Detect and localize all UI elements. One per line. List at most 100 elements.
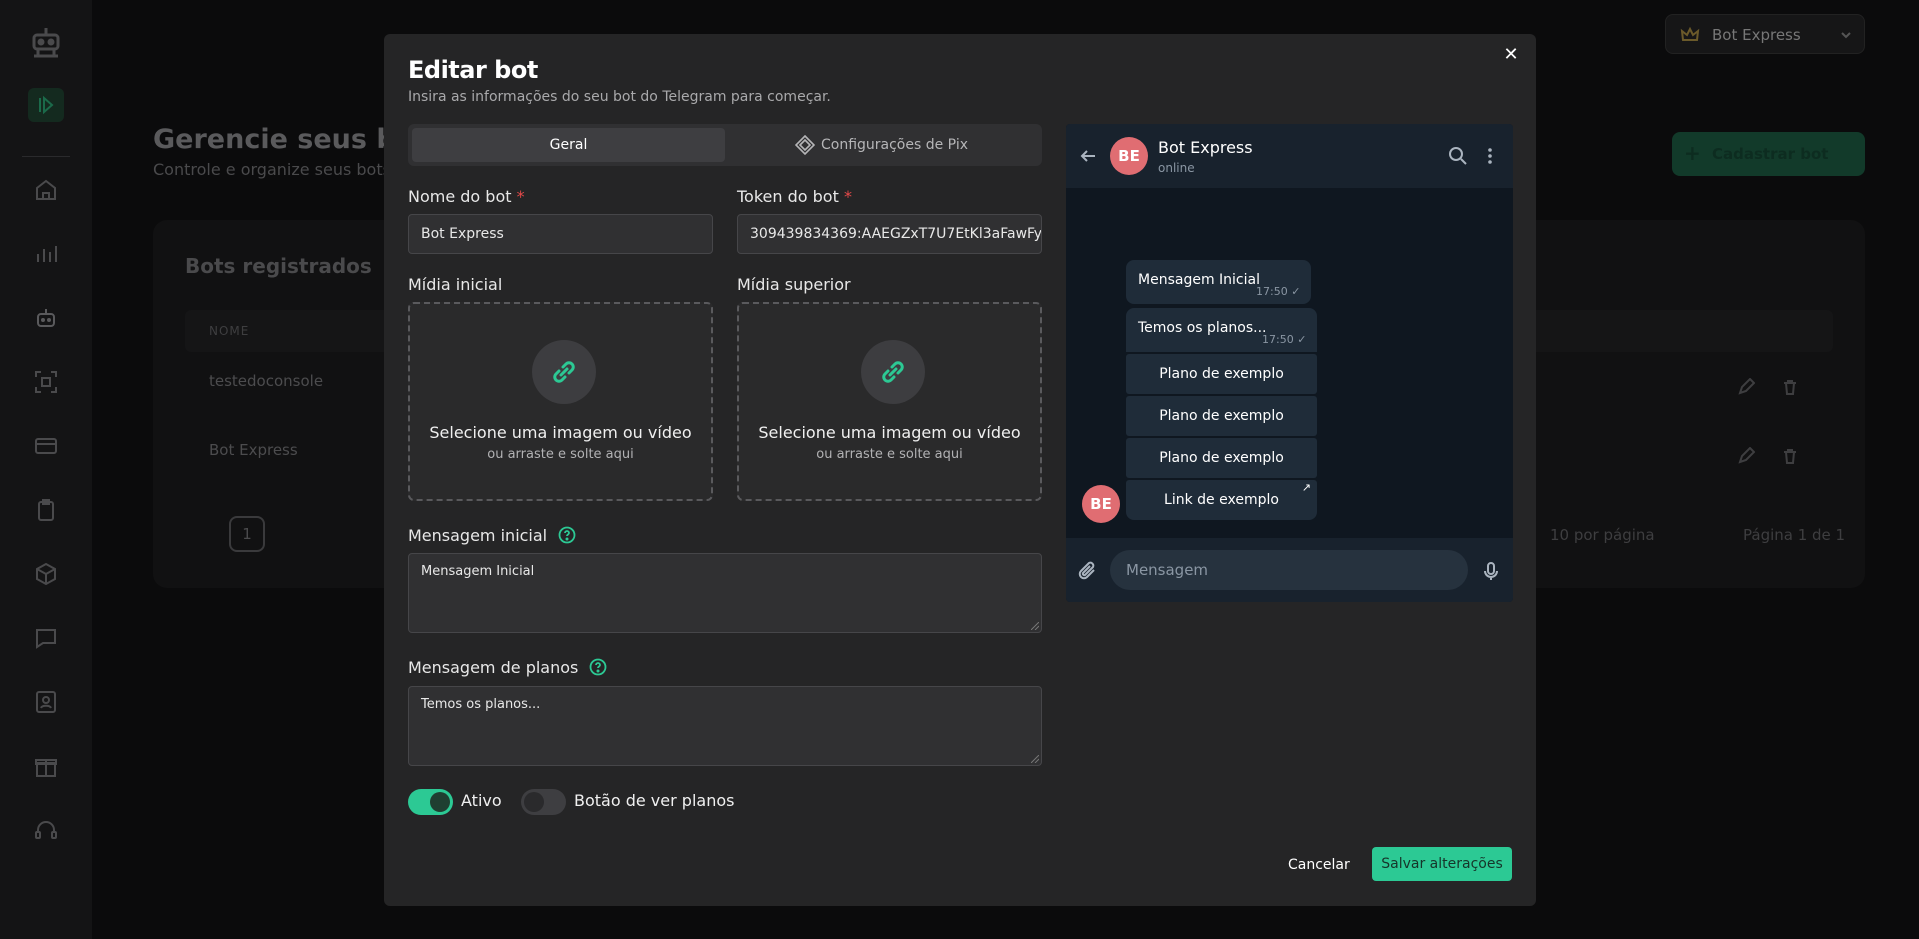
media-top-dropzone[interactable]: Selecione uma imagem ou vídeo ou arraste…: [737, 302, 1042, 501]
tab-bar: Geral Configurações de Pix: [408, 124, 1042, 166]
tab-pix-settings[interactable]: Configurações de Pix: [725, 128, 1038, 162]
telegram-preview: BE Bot Express online Mensagem Inicial 1…: [1066, 124, 1513, 602]
sidebar-item-messages[interactable]: [32, 624, 60, 652]
sidebar-item-payments[interactable]: [32, 432, 60, 460]
table-row[interactable]: Bot Express: [209, 441, 298, 459]
sidebar-item-dashboard[interactable]: [32, 240, 60, 268]
close-icon[interactable]: ✕: [1500, 44, 1522, 66]
sidebar-item-contacts[interactable]: [32, 688, 60, 716]
message-bubble: Mensagem Inicial 17:50 ✓: [1126, 260, 1311, 304]
tab-general[interactable]: Geral: [412, 128, 725, 162]
keyboard-link-label: Link de exemplo: [1164, 492, 1279, 508]
edit-bot-modal: ✕ Editar bot Insira as informações do se…: [384, 34, 1536, 906]
resize-handle-icon[interactable]: [1031, 622, 1039, 630]
more-vertical-icon[interactable]: [1480, 146, 1500, 166]
back-arrow-icon[interactable]: [1078, 146, 1098, 166]
edit-icon[interactable]: [1737, 378, 1755, 396]
pix-icon: [794, 135, 815, 155]
pagination-current-page[interactable]: 1: [229, 516, 265, 552]
microphone-icon[interactable]: [1480, 560, 1502, 582]
chat-status: online: [1158, 161, 1195, 175]
chat-bot-name: Bot Express: [1158, 138, 1253, 157]
message-time: 17:50 ✓: [1256, 285, 1301, 298]
keyboard-button[interactable]: Plano de exemplo: [1126, 396, 1317, 436]
sidebar-item-bots[interactable]: [32, 304, 60, 332]
search-icon[interactable]: [1448, 146, 1468, 166]
sidebar: [0, 0, 92, 939]
dropzone-hint: ou arraste e solte aqui: [487, 447, 634, 462]
clipboard-icon: [38, 499, 54, 521]
help-icon[interactable]: [589, 658, 607, 676]
collapse-icon: [39, 95, 54, 115]
sidebar-item-home[interactable]: [32, 176, 60, 204]
plans-message-value: Temos os planos...: [421, 697, 541, 712]
sidebar-item-products[interactable]: [32, 560, 60, 588]
dropzone-title: Selecione uma imagem ou vídeo: [429, 423, 692, 442]
robot-logo-icon: [32, 28, 60, 58]
resize-handle-icon[interactable]: [1031, 755, 1039, 763]
initial-message-label: Mensagem inicial: [408, 526, 576, 545]
add-bot-label: Cadastrar bot: [1712, 145, 1829, 163]
bot-selector[interactable]: Bot Express: [1665, 14, 1865, 54]
chat-input-bar: Mensagem: [1066, 538, 1513, 602]
cancel-button[interactable]: Cancelar: [1288, 850, 1350, 880]
sidebar-divider: [22, 156, 70, 157]
box-icon: [36, 562, 56, 586]
message-bubble: Temos os planos... 17:50 ✓: [1126, 308, 1317, 352]
keyboard-button[interactable]: Plano de exemplo: [1126, 354, 1317, 394]
active-toggle-label: Ativo: [461, 791, 502, 810]
bots-card-title: Bots registrados: [185, 254, 372, 278]
add-bot-button[interactable]: + Cadastrar bot: [1672, 132, 1865, 176]
plans-message-textarea[interactable]: Temos os planos...: [408, 686, 1042, 766]
tab-pix-label: Configurações de Pix: [820, 137, 968, 153]
plans-button-toggle[interactable]: [521, 789, 566, 815]
token-input[interactable]: 309439834369:AAEGZxT7U7EtKl3aFawFyG: [737, 214, 1042, 254]
initial-message-value: Mensagem Inicial: [421, 564, 535, 579]
modal-subtitle: Insira as informações do seu bot do Tele…: [408, 89, 831, 105]
external-link-icon: ↗: [1301, 481, 1311, 494]
paperclip-icon[interactable]: [1076, 560, 1098, 582]
sidebar-item-support[interactable]: [32, 816, 60, 844]
save-button[interactable]: Salvar alterações: [1372, 847, 1512, 881]
per-page-select[interactable]: 10 por página: [1550, 526, 1655, 544]
home-icon: [36, 179, 56, 200]
page-info: Página 1 de 1: [1743, 526, 1846, 544]
plans-message-label: Mensagem de planos: [408, 658, 607, 677]
crown-icon: [1680, 26, 1700, 41]
active-toggle[interactable]: [408, 789, 453, 815]
toggle-knob: [524, 792, 544, 812]
initial-message-textarea[interactable]: Mensagem Inicial: [408, 553, 1042, 633]
toggle-knob: [430, 792, 450, 812]
chevron-down-icon: [1841, 32, 1851, 39]
sidebar-collapse-button[interactable]: [28, 88, 64, 122]
avatar: BE: [1082, 485, 1120, 523]
media-initial-dropzone[interactable]: Selecione uma imagem ou vídeo ou arraste…: [408, 302, 713, 501]
bot-name-label: Nome do bot *: [408, 187, 525, 206]
trash-icon[interactable]: [1781, 378, 1799, 396]
link-icon-circle: [861, 340, 925, 404]
keyboard-link-button[interactable]: Link de exemplo ↗: [1126, 480, 1317, 520]
sidebar-item-reports[interactable]: [32, 496, 60, 524]
link-icon-circle: [532, 340, 596, 404]
sidebar-item-scanner[interactable]: [32, 368, 60, 396]
media-top-label: Mídia superior: [737, 275, 851, 294]
bot-name-input[interactable]: Bot Express: [408, 214, 713, 254]
credit-card-icon: [35, 438, 57, 454]
sidebar-item-rewards[interactable]: [32, 752, 60, 780]
keyboard-button[interactable]: Plano de exemplo: [1126, 438, 1317, 478]
trash-icon[interactable]: [1781, 447, 1799, 465]
column-header-name[interactable]: NOME: [209, 324, 249, 338]
help-icon[interactable]: [558, 526, 576, 544]
edit-icon[interactable]: [1737, 447, 1755, 465]
message-time: 17:50 ✓: [1262, 333, 1307, 346]
avatar: BE: [1110, 137, 1148, 175]
chat-icon: [36, 629, 56, 649]
scan-icon: [35, 371, 57, 393]
user-card-icon: [36, 691, 56, 713]
link-icon: [553, 361, 575, 383]
dropzone-hint: ou arraste e solte aqui: [816, 447, 963, 462]
media-initial-label: Mídia inicial: [408, 275, 503, 294]
message-text: Temos os planos...: [1138, 320, 1267, 336]
message-input[interactable]: Mensagem: [1110, 550, 1468, 590]
table-row[interactable]: testedoconsole: [209, 372, 323, 390]
